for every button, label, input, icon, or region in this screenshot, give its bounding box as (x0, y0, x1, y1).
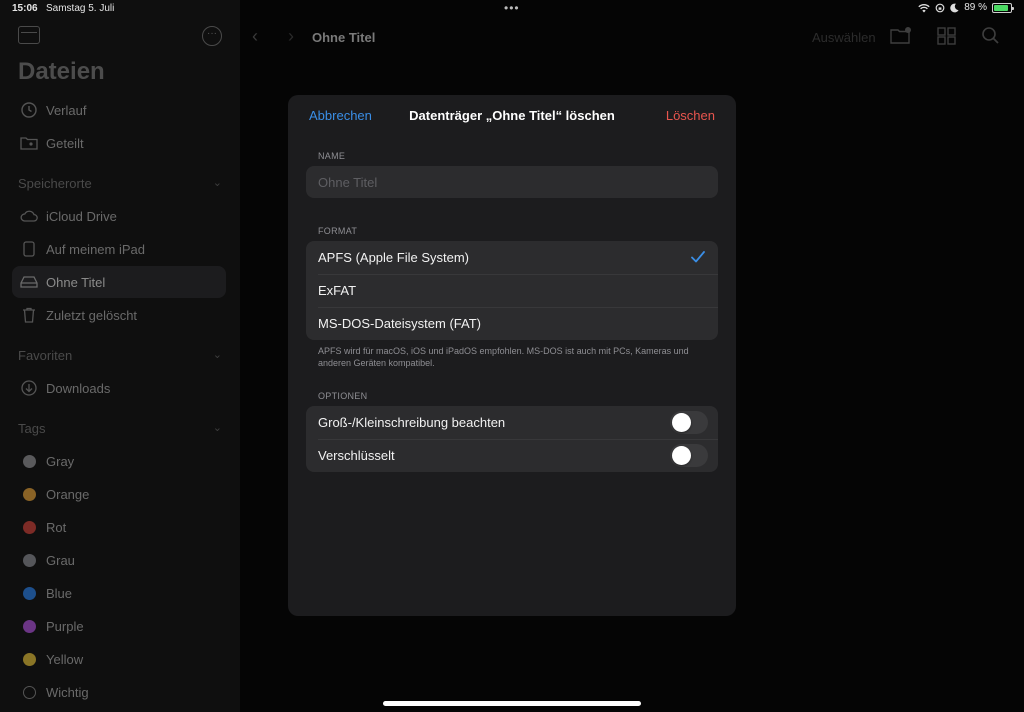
dialog-header: Datenträger „Ohne Titel“ löschen Abbrech… (288, 108, 736, 128)
shared-folder-icon (20, 134, 38, 152)
select-button[interactable]: Auswählen (812, 30, 876, 45)
moon-icon (950, 3, 959, 12)
chevron-down-icon: ⌄ (212, 177, 222, 189)
chevron-down-icon: ⌄ (212, 422, 222, 434)
trash-icon (20, 306, 38, 324)
sidebar-tag-rot[interactable]: Rot (12, 511, 226, 543)
sidebar-item-label: Purple (46, 618, 84, 634)
ipad-icon (20, 240, 38, 258)
sidebar-item-shared[interactable]: Geteilt (12, 127, 226, 159)
sidebar-item-label: Yellow (46, 651, 84, 667)
status-date: Samstag 5. Juli (46, 3, 115, 14)
sidebar-item-label: Verlauf (46, 102, 87, 118)
tag-empty-circle-icon (22, 685, 36, 699)
sidebar-item-label: Wichtig (46, 684, 89, 700)
sidebar-tag-purple[interactable]: Purple (12, 610, 226, 642)
case-sensitive-toggle[interactable] (670, 411, 708, 434)
grid-view-icon[interactable] (936, 26, 958, 46)
option-case-sensitive: Groß-/Kleinschreibung beachten (306, 406, 718, 439)
erase-disk-dialog: Datenträger „Ohne Titel“ löschen Abbrech… (288, 95, 736, 616)
format-option-msdos[interactable]: MS-DOS-Dateisystem (FAT) (306, 307, 718, 340)
sidebar-tag-blue[interactable]: Blue (12, 577, 226, 609)
search-icon[interactable] (980, 26, 1002, 46)
section-header-tags[interactable]: Tags ⌄ (18, 421, 222, 436)
back-chevron-icon[interactable]: ‹ (252, 26, 258, 47)
encrypted-toggle[interactable] (670, 444, 708, 467)
tag-color-dot-icon (22, 454, 36, 468)
tag-color-dot-icon (22, 487, 36, 501)
clock-icon (20, 101, 38, 119)
sidebar-item-on-my-ipad[interactable]: Auf meinem iPad (12, 233, 226, 265)
sidebar-item-recently-deleted[interactable]: Zuletzt gelöscht (12, 299, 226, 331)
rotation-lock-icon (935, 3, 945, 12)
option-encrypted: Verschlüsselt (306, 439, 718, 472)
status-time: 15:06 (12, 3, 38, 14)
sidebar-item-ohne-titel[interactable]: Ohne Titel (12, 266, 226, 298)
option-label: Verschlüsselt (318, 448, 395, 463)
sidebar-item-label: Ohne Titel (46, 274, 106, 290)
format-options-list: APFS (Apple File System) ExFAT MS-DOS-Da… (306, 241, 718, 340)
battery-icon (992, 2, 1014, 13)
download-icon (20, 379, 38, 397)
sidebar-item-downloads[interactable]: Downloads (12, 372, 226, 404)
battery-percentage: 89 % (964, 2, 987, 13)
sidebar-item-label: iCloud Drive (46, 208, 117, 224)
wifi-icon (918, 3, 930, 12)
sidebar-tag-gray[interactable]: Gray (12, 445, 226, 477)
cancel-button[interactable]: Abbrechen (309, 108, 372, 123)
format-footnote: APFS wird für macOS, iOS und iPadOS empf… (318, 346, 689, 368)
sidebar-item-label: Geteilt (46, 135, 84, 151)
format-option-apfs[interactable]: APFS (Apple File System) (306, 241, 718, 274)
format-option-label: APFS (Apple File System) (318, 250, 469, 265)
toolbar: ‹ › Ohne Titel Auswählen (240, 26, 1024, 48)
chevron-down-icon: ⌄ (212, 349, 222, 361)
sidebar-item-label: Zuletzt gelöscht (46, 307, 138, 323)
sidebar-item-label: Grau (46, 552, 75, 568)
sidebar-item-label: Downloads (46, 380, 111, 396)
option-label: Groß-/Kleinschreibung beachten (318, 415, 506, 430)
sidebar-item-label: Rot (46, 519, 67, 535)
erase-button[interactable]: Löschen (666, 108, 715, 123)
home-indicator[interactable] (383, 701, 641, 706)
tag-color-dot-icon (22, 652, 36, 666)
sidebar-item-icloud-drive[interactable]: iCloud Drive (12, 200, 226, 232)
tag-color-dot-icon (22, 586, 36, 600)
status-indicators: 89 % (918, 2, 1014, 13)
tag-color-dot-icon (22, 520, 36, 534)
format-option-label: MS-DOS-Dateisystem (FAT) (318, 316, 481, 331)
status-bar: 15:06 Samstag 5. Juli ••• 89 % (0, 0, 1024, 18)
sidebar-item-label: Gray (46, 453, 75, 469)
format-option-label: ExFAT (318, 283, 357, 298)
tag-color-dot-icon (22, 619, 36, 633)
sidebar: ··· Dateien Verlauf Geteilt Speicherorte… (0, 0, 240, 712)
external-drive-icon (20, 273, 38, 291)
options-section-label: OPTIONEN (318, 391, 368, 401)
more-options-icon[interactable]: ··· (202, 26, 222, 46)
sidebar-tag-wichtig[interactable]: Wichtig (12, 676, 226, 708)
name-field-container (306, 166, 718, 198)
sidebar-item-label: Blue (46, 585, 73, 601)
new-folder-icon[interactable] (890, 26, 912, 46)
name-section-label: NAME (318, 151, 346, 161)
sidebar-tag-orange[interactable]: Orange (12, 478, 226, 510)
tag-color-dot-icon (22, 553, 36, 567)
sidebar-item-recents[interactable]: Verlauf (12, 94, 226, 126)
sidebar-tag-grau[interactable]: Grau (12, 544, 226, 576)
app-title: Dateien (18, 58, 105, 85)
multitasking-dots-icon[interactable]: ••• (504, 1, 520, 15)
checkmark-icon (691, 251, 705, 263)
name-input[interactable] (306, 166, 718, 198)
options-list: Groß-/Kleinschreibung beachten Verschlüs… (306, 406, 718, 472)
format-option-exfat[interactable]: ExFAT (306, 274, 718, 307)
sidebar-tag-yellow[interactable]: Yellow (12, 643, 226, 675)
section-header-locations[interactable]: Speicherorte ⌄ (18, 176, 222, 191)
cloud-icon (20, 207, 38, 225)
folder-title: Ohne Titel (312, 30, 376, 45)
sidebar-toggle-icon[interactable] (18, 26, 40, 44)
sidebar-item-label: Orange (46, 486, 90, 502)
format-section-label: FORMAT (318, 226, 358, 236)
sidebar-item-label: Auf meinem iPad (46, 241, 145, 257)
section-header-favorites[interactable]: Favoriten ⌄ (18, 348, 222, 363)
forward-chevron-icon[interactable]: › (288, 26, 294, 47)
